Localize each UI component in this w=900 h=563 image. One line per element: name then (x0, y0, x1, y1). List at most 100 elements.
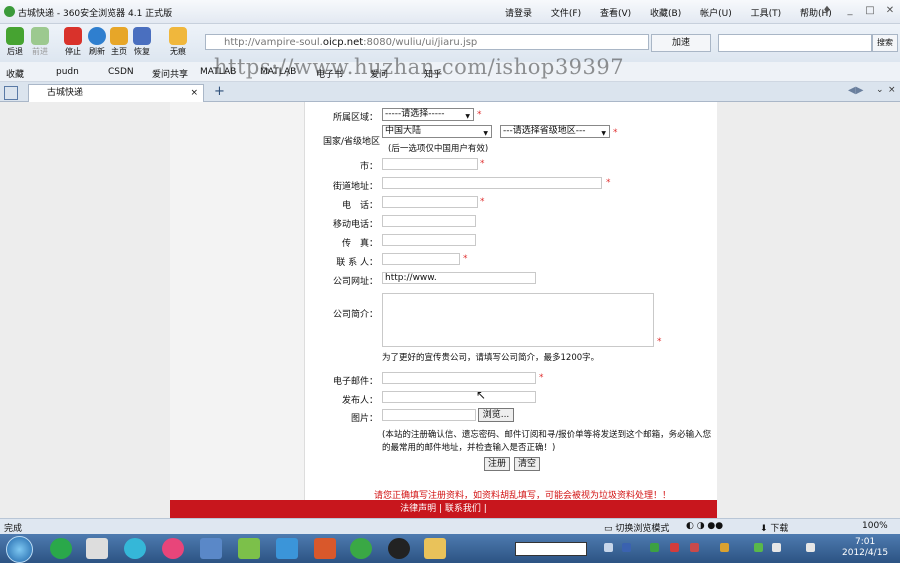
close-window-button[interactable]: ✕ (883, 4, 897, 18)
close-tab-icon[interactable]: × (190, 85, 198, 102)
chevron-down-icon: ▼ (601, 130, 606, 137)
tray-icon[interactable] (650, 543, 659, 552)
fax-label: 传 真： (341, 239, 378, 249)
taskbar-app-icon[interactable] (162, 538, 184, 559)
menu-file[interactable]: 文件(F) (551, 9, 581, 19)
required-star: * (480, 197, 485, 207)
maximize-button[interactable]: □ (863, 4, 877, 18)
tab-gucheng[interactable]: 古城快递 × (28, 84, 204, 102)
register-button[interactable]: 注册 (484, 457, 510, 471)
tab-scroll-icon[interactable]: ◀▶ (848, 85, 863, 96)
country-select[interactable]: 中国大陆 ▼ (382, 125, 492, 138)
forward-button[interactable]: 前进 (25, 26, 55, 57)
tray-icon[interactable] (604, 543, 613, 552)
clock[interactable]: 7:01 2012/4/15 (842, 537, 888, 559)
intro-note: 为了更好的宣传贵公司，请填写公司简介，最多1200字。 (382, 353, 600, 363)
email-note-line1: (本站的注册确认信、遗忘密码、邮件订阅和寻/报价单等将发送到这个邮箱，务必输入您 (382, 430, 712, 440)
province-select[interactable]: ---请选择省级地区--- ▼ (500, 125, 610, 138)
mobile-label: 移动电话： (332, 220, 378, 230)
image-label: 图片： (350, 414, 378, 424)
website-input[interactable]: http://www. (382, 272, 536, 284)
windows-taskbar: 7:01 2012/4/15 (0, 534, 900, 563)
tab-menu-icon[interactable]: ⌄ (876, 85, 884, 95)
taskbar-app-icon[interactable] (124, 538, 146, 559)
favorite-iask[interactable]: 爱问共享 (152, 67, 188, 80)
city-label: 市： (359, 162, 378, 172)
menu-login[interactable]: 请登录 (505, 9, 532, 19)
web-content: 所属区域： -----请选择----- ▼ * 国家/省级地区 中国大陆 ▼ ---… (0, 102, 900, 518)
browser-logo-icon (4, 6, 15, 17)
status-text: 完成 (4, 524, 23, 534)
street-input[interactable] (382, 177, 602, 189)
email-input[interactable] (382, 372, 536, 384)
incognito-button[interactable]: 无痕 (163, 26, 193, 57)
taskbar-app-icon[interactable] (200, 538, 222, 559)
taskbar-app-icon[interactable] (314, 538, 336, 559)
address-bar[interactable]: http://vampire-soul.oicp.net:8080/wuliu/… (205, 34, 649, 50)
menu-view[interactable]: 查看(V) (600, 9, 631, 19)
tab-bar: 古城快递 × + ◀▶ ⌄ × (0, 82, 900, 102)
tray-icon[interactable] (622, 543, 631, 552)
taskbar-folder-icon[interactable] (424, 538, 446, 559)
browse-button[interactable]: 浏览... (478, 408, 514, 422)
tray-icon[interactable] (670, 543, 679, 552)
favorite-pudn[interactable]: pudn (56, 67, 79, 77)
required-star: * (657, 337, 662, 347)
zoom-level[interactable]: 100% (862, 521, 888, 531)
tray-icon[interactable] (690, 543, 699, 552)
taskbar-search-input[interactable] (515, 542, 587, 556)
fax-input[interactable] (382, 234, 476, 246)
search-button[interactable]: 搜索 (872, 34, 898, 52)
menu-account[interactable]: 帐户(U) (700, 9, 732, 19)
image-file-input[interactable] (382, 409, 476, 421)
publisher-input[interactable] (382, 391, 536, 403)
menu-favorites[interactable]: 收藏(B) (650, 9, 681, 19)
left-column (170, 102, 305, 500)
required-star: * (606, 178, 611, 188)
tray-icon[interactable] (720, 543, 729, 552)
sidebar-toggle-icon[interactable] (4, 86, 18, 100)
taskbar-app-icon[interactable] (50, 538, 72, 559)
footer-links[interactable]: 法律声明 | 联系我们 | (400, 504, 487, 514)
taskbar-app-icon[interactable] (276, 538, 298, 559)
switch-mode-button[interactable]: ▭ 切换浏览模式 (604, 521, 669, 534)
volume-icon[interactable] (806, 543, 815, 552)
status-bar: 完成 ▭ 切换浏览模式 ◐ ◑ ●● ⬇ 下载 100% (0, 518, 900, 534)
forward-arrow-icon (31, 27, 49, 45)
favorites-menu[interactable]: 收藏 (6, 67, 24, 80)
footer-bar: 法律声明 | 联系我们 | (170, 500, 717, 518)
phone-input[interactable] (382, 196, 478, 208)
clear-button[interactable]: 清空 (514, 457, 540, 471)
minimize-button[interactable]: _ (843, 4, 857, 18)
paw-icon (169, 27, 187, 45)
required-star: * (539, 373, 544, 383)
new-tab-icon[interactable]: + (214, 84, 225, 99)
download-button[interactable]: ⬇ 下载 (760, 521, 788, 534)
intro-textarea[interactable] (382, 293, 654, 347)
street-label: 街道地址： (332, 182, 378, 192)
network-icon[interactable] (772, 543, 781, 552)
status-icons[interactable]: ◐ ◑ ●● (686, 521, 723, 531)
search-input[interactable] (718, 34, 872, 52)
country-label: 国家/省级地区 (322, 137, 380, 147)
city-input[interactable] (382, 158, 478, 170)
mobile-input[interactable] (382, 215, 476, 227)
contact-input[interactable] (382, 253, 460, 265)
restore-button[interactable]: 恢复 (127, 26, 157, 57)
start-button[interactable] (6, 536, 33, 563)
skin-icon[interactable]: ♦ (820, 4, 834, 18)
chevron-down-icon: ▼ (465, 113, 470, 120)
taskbar-app-icon[interactable] (238, 538, 260, 559)
required-star: * (477, 110, 482, 120)
phone-label: 电 话： (341, 201, 378, 211)
menu-tools[interactable]: 工具(T) (751, 9, 782, 19)
favorite-csdn[interactable]: CSDN (108, 67, 134, 77)
taskbar-browser-icon[interactable] (350, 538, 372, 559)
email-label: 电子邮件： (332, 377, 378, 387)
tray-icon[interactable] (754, 543, 763, 552)
region-select[interactable]: -----请选择----- ▼ (382, 108, 474, 121)
taskbar-app-icon[interactable] (86, 538, 108, 559)
speed-up-button[interactable]: 加速 (651, 34, 711, 52)
taskbar-qq-icon[interactable] (388, 538, 410, 559)
tab-close-all-icon[interactable]: × (888, 85, 896, 95)
